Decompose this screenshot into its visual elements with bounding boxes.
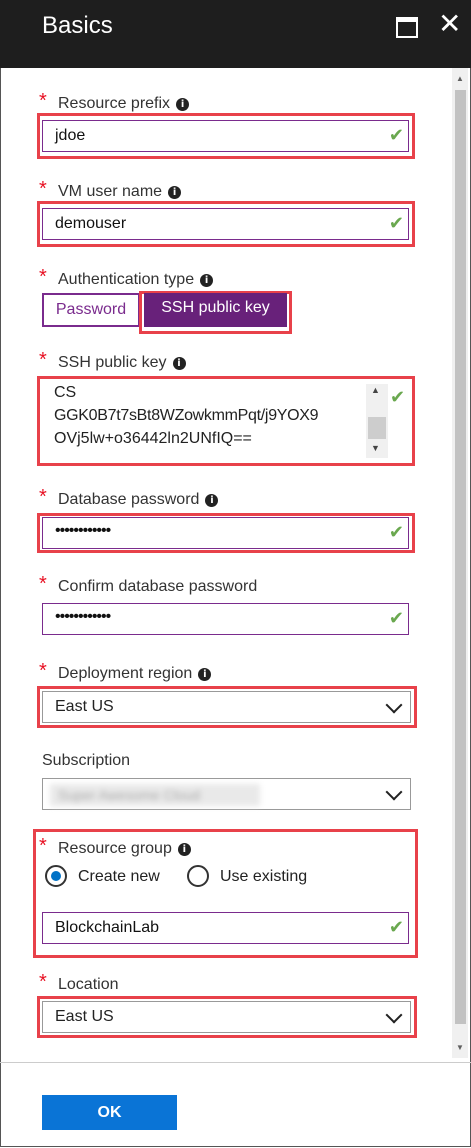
- deployment-region-select[interactable]: East US: [42, 691, 411, 723]
- required-marker: *: [39, 486, 47, 508]
- check-icon: ✔: [388, 213, 404, 234]
- info-icon[interactable]: i: [198, 668, 212, 681]
- required-marker: *: [39, 660, 47, 682]
- maximize-icon[interactable]: [396, 17, 418, 38]
- confirm-db-password-input[interactable]: •••••••••••• ✔: [42, 603, 409, 635]
- resource-group-label: * Resource group i: [39, 835, 191, 858]
- scroll-up-icon[interactable]: ▲: [453, 72, 467, 86]
- check-icon: ✔: [388, 522, 404, 543]
- textarea-scroll-down-icon[interactable]: ▼: [371, 443, 380, 453]
- use-existing-label: Use existing: [220, 868, 308, 885]
- chevron-down-icon: [385, 783, 403, 801]
- resource-prefix-input[interactable]: jdoe ✔: [42, 120, 409, 152]
- info-icon[interactable]: i: [200, 274, 214, 287]
- resource-prefix-label: * Resource prefix i: [39, 90, 190, 113]
- ssh-key-textarea[interactable]: CS GGK0B7t7sBt8WZowkmmPqt/j9YOX9 OVj5lw+…: [42, 381, 388, 460]
- location-label: * Location: [39, 971, 119, 993]
- chevron-down-icon: [385, 1006, 403, 1024]
- subscription-label: Subscription: [42, 752, 131, 769]
- confirm-db-password-label: * Confirm database password: [39, 573, 258, 595]
- title-bar: Basics ✕: [0, 0, 471, 68]
- required-marker: *: [39, 178, 47, 200]
- check-icon: ✔: [388, 608, 404, 629]
- textarea-scroll-thumb[interactable]: [368, 417, 386, 439]
- db-password-input[interactable]: •••••••••••• ✔: [42, 517, 409, 549]
- deployment-region-label: * Deployment region i: [39, 660, 212, 683]
- info-icon[interactable]: i: [205, 494, 219, 507]
- create-new-label: Create new: [78, 868, 160, 885]
- required-marker: *: [39, 835, 47, 857]
- subscription-value-blurred: Super Awesome Cloud: [50, 784, 260, 806]
- auth-ssh-option[interactable]: SSH public key: [144, 293, 287, 327]
- location-select[interactable]: East US: [42, 1001, 411, 1033]
- scrollbar-thumb[interactable]: [455, 90, 466, 1024]
- info-icon[interactable]: i: [172, 357, 186, 370]
- info-icon[interactable]: i: [177, 843, 191, 856]
- check-icon: ✔: [390, 387, 406, 408]
- check-icon: ✔: [388, 917, 404, 938]
- scroll-down-icon[interactable]: ▼: [453, 1041, 467, 1055]
- required-marker: *: [39, 573, 47, 595]
- vm-user-name-input[interactable]: demouser ✔: [42, 208, 409, 240]
- auth-password-option[interactable]: Password: [42, 293, 140, 327]
- auth-type-label: * Authentication type i: [39, 266, 214, 289]
- ok-button[interactable]: OK: [42, 1095, 177, 1130]
- chevron-down-icon: [385, 696, 403, 714]
- create-new-radio[interactable]: [45, 865, 67, 887]
- use-existing-radio[interactable]: [187, 865, 209, 887]
- required-marker: *: [39, 266, 47, 288]
- db-password-label: * Database password i: [39, 486, 219, 509]
- info-icon[interactable]: i: [176, 98, 190, 111]
- blade-title: Basics: [42, 12, 113, 39]
- textarea-scroll-up-icon[interactable]: ▲: [371, 385, 380, 395]
- ssh-key-label: * SSH public key i: [39, 349, 186, 372]
- required-marker: *: [39, 90, 47, 112]
- required-marker: *: [39, 349, 47, 371]
- vm-user-name-label: * VM user name i: [39, 178, 182, 201]
- close-icon[interactable]: ✕: [438, 8, 461, 40]
- footer-divider: [0, 1062, 471, 1063]
- resource-group-input[interactable]: BlockchainLab ✔: [42, 912, 409, 944]
- check-icon: ✔: [388, 125, 404, 146]
- info-icon[interactable]: i: [168, 186, 182, 199]
- required-marker: *: [39, 971, 47, 993]
